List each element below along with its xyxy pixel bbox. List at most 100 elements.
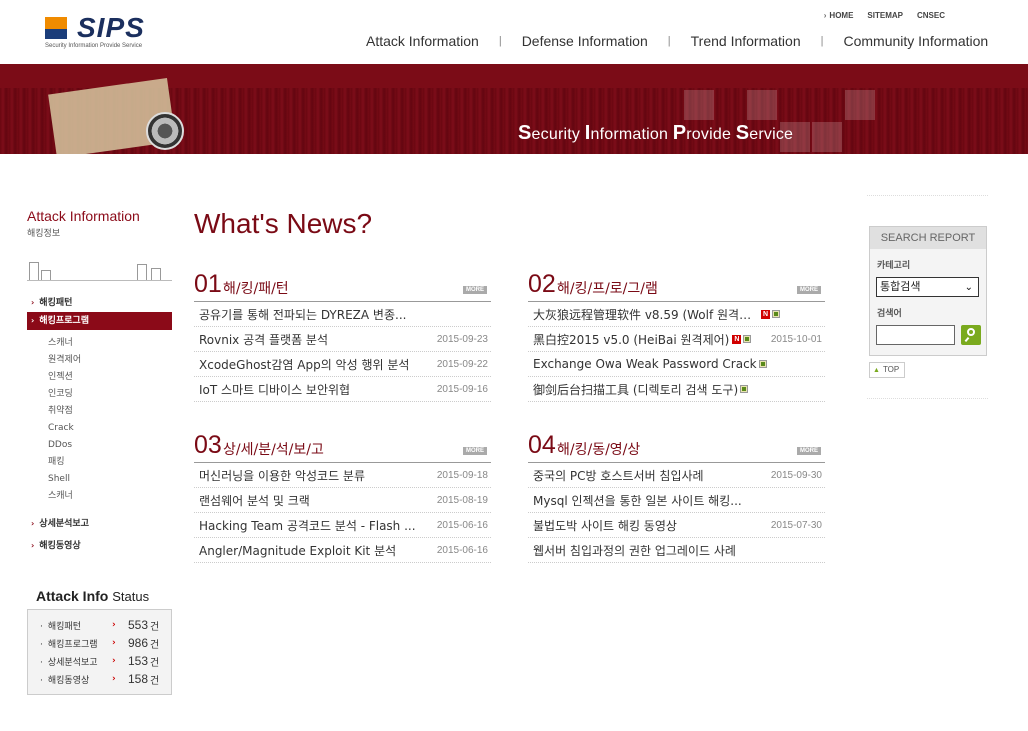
sidebar-item-detail-report[interactable]: › 상세분석보고 <box>27 515 172 533</box>
sidebar-submenu: 스캐너 원격제어 인젝션 인코딩 취약점 Crack DDos 패킹 Shell… <box>27 330 172 511</box>
list-item[interactable]: 黑白控2015 v5.0 (HeiBai 원격제어) N 2015-10-01 <box>528 327 825 352</box>
search-report-box: SEARCH REPORT 카테고리 통합검색 ⌄ 검색어 <box>869 226 987 356</box>
status-row[interactable]: 상세분석보고›153건 <box>40 652 171 670</box>
status-box: 해킹패턴›553건 해킹프로그램›986건 상세분석보고›153건 해킹동영상›… <box>27 609 172 695</box>
chevron-right-icon: › <box>31 541 35 550</box>
logo-mark-icon <box>45 17 67 39</box>
keyword-label: 검색어 <box>877 309 902 319</box>
chevron-right-icon: › <box>112 674 116 684</box>
list-item[interactable]: 불법도박 사이트 해킹 동영상 2015-07-30 <box>528 513 825 538</box>
list-item[interactable]: Mysql 인젝션을 통한 일본 사이트 해킹... <box>528 488 825 513</box>
gnb-defense-information[interactable]: Defense Information <box>522 33 648 49</box>
status-row[interactable]: 해킹동영상›158건 <box>40 670 171 688</box>
file-icon <box>772 310 780 318</box>
list-item[interactable]: 머신러닝을 이용한 악성코드 분류 2015-09-18 <box>194 463 491 488</box>
chevron-right-icon: › <box>112 620 116 630</box>
new-badge-icon: N <box>732 334 742 344</box>
more-button[interactable]: MORE <box>797 286 821 294</box>
submenu-item[interactable]: DDos <box>48 437 172 454</box>
top-button[interactable]: ▲ TOP <box>869 362 905 378</box>
submenu-item[interactable]: 스캐너 <box>48 488 172 505</box>
arrow-up-icon: ▲ <box>873 367 880 374</box>
more-button[interactable]: MORE <box>463 447 487 455</box>
status-row[interactable]: 해킹프로그램›986건 <box>40 634 171 652</box>
submenu-item[interactable]: 인젝션 <box>48 369 172 386</box>
chevron-right-icon: › <box>31 519 35 528</box>
file-icon <box>740 385 749 393</box>
compass-icon <box>146 112 184 150</box>
chevron-right-icon: › <box>31 298 35 307</box>
submenu-item[interactable]: 패킹 <box>48 454 172 471</box>
sidebar-item-hacking-pattern[interactable]: › 해킹패턴 <box>27 294 172 312</box>
board-number: 01 <box>194 270 222 298</box>
submenu-item[interactable]: Crack <box>48 420 172 437</box>
search-button[interactable] <box>961 325 981 345</box>
util-link-cnsec[interactable]: CNSEC <box>917 11 945 20</box>
list-item[interactable]: Angler/Magnitude Exploit Kit 분석 2015-06-1… <box>194 538 491 563</box>
attack-info-status: Attack Info Status 해킹패턴›553건 해킹프로그램›986건… <box>27 588 172 695</box>
list-item[interactable]: 공유기를 통해 전파되는 DYREZA 변종... <box>194 302 491 327</box>
file-icon <box>758 360 767 368</box>
sidebar-menu: › 해킹패턴 › 해킹프로그램 스캐너 원격제어 인젝션 인코딩 취약점 Crack… <box>27 294 172 555</box>
city-illustration <box>27 247 172 281</box>
list-item[interactable]: XcodeGhost감염 App의 악성 행위 분석 2015-09-22 <box>194 352 491 377</box>
util-link-home[interactable]: › HOME <box>824 11 854 20</box>
list-item[interactable]: 大灰狼远程管理软件 v8.59 (Wolf 원격제... N <box>528 302 825 327</box>
submenu-item[interactable]: 원격제어 <box>48 352 172 369</box>
gnb-community-information[interactable]: Community Information <box>843 33 988 49</box>
logo-tagline: Security Information Provide Service <box>45 43 143 49</box>
list-item[interactable]: 중국의 PC방 호스트서버 침입사례 2015-09-30 <box>528 463 825 488</box>
submenu-item[interactable]: Shell <box>48 471 172 488</box>
board-hacking-program: 02 해/킹/프/로/그/램 MORE 大灰狼远程管理软件 v8.59 (Wol… <box>528 270 825 402</box>
list-item[interactable]: 웹서버 침입과정의 권한 업그레이드 사례 <box>528 538 825 563</box>
category-label: 카테고리 <box>877 261 911 271</box>
submenu-item[interactable]: 취약점 <box>48 403 172 420</box>
sidebar-subtitle: 해킹정보 <box>27 229 61 239</box>
gnb-separator: | <box>498 35 502 47</box>
search-title: SEARCH REPORT <box>870 227 986 249</box>
list-item[interactable]: IoT 스마트 디바이스 보안위협 2015-09-16 <box>194 377 491 402</box>
list-item[interactable]: Exchange Owa Weak Password Crack <box>528 352 825 377</box>
logo-text: SIPS <box>77 12 145 43</box>
gnb-trend-information[interactable]: Trend Information <box>691 33 801 49</box>
chevron-right-icon: › <box>112 638 116 648</box>
sidebar-item-hacking-program[interactable]: › 해킹프로그램 <box>27 312 172 330</box>
main-banner: Security Information Provide Service <box>0 64 1028 154</box>
board-title: 해/킹/패/턴 <box>223 281 289 297</box>
board-detail-report: 03 상/세/분/석/보/고 MORE 머신러닝을 이용한 악성코드 분류 201… <box>194 431 491 563</box>
list-item[interactable]: Hacking Team 공격코드 분석 - Flash ... 2015-06-… <box>194 513 491 538</box>
list-item[interactable]: 御剑后台扫描工具 (디렉토리 검색 도구) <box>528 377 825 402</box>
status-title: Attack Info Status <box>36 588 150 604</box>
board-hacking-video: 04 해/킹/동/영/상 MORE 중국의 PC방 호스트서버 침입사례 2015… <box>528 431 825 563</box>
sidebar-title: Attack Information <box>27 208 140 224</box>
right-panel: SEARCH REPORT 카테고리 통합검색 ⌄ 검색어 ▲ TOP <box>867 195 988 399</box>
chevron-down-icon: ⌄ <box>964 282 973 293</box>
list-item[interactable]: Rovnix 공격 플랫폼 분석 2015-09-23 <box>194 327 491 352</box>
gnb-separator: | <box>820 35 824 47</box>
arrow-icon: › <box>823 11 827 20</box>
banner-slogan: Security Information Provide Service <box>518 122 794 144</box>
board-number: 04 <box>528 431 556 459</box>
gnb-attack-information[interactable]: Attack Information <box>366 33 479 49</box>
sidebar: Attack Information 해킹정보 › 해킹패턴 › 해킹프로그램 스캐… <box>27 208 172 555</box>
more-button[interactable]: MORE <box>797 447 821 455</box>
board-hacking-pattern: 01 해/킹/패/턴 MORE 공유기를 통해 전파되는 DYREZA 변종..… <box>194 270 491 402</box>
status-row[interactable]: 해킹패턴›553건 <box>40 616 171 634</box>
file-icon <box>743 335 752 343</box>
board-title: 해/킹/프/로/그/램 <box>557 281 658 297</box>
sidebar-item-hacking-video[interactable]: › 해킹동영상 <box>27 537 172 555</box>
util-link-sitemap[interactable]: SITEMAP <box>867 11 903 20</box>
site-header: SIPS Security Information Provide Servic… <box>0 0 1028 64</box>
category-select[interactable]: 통합검색 ⌄ <box>876 277 979 297</box>
global-nav: Attack Information | Defense Information… <box>366 33 988 49</box>
board-number: 02 <box>528 270 556 298</box>
board-title: 해/킹/동/영/상 <box>557 442 641 458</box>
chevron-right-icon: › <box>112 656 116 666</box>
page-title: What's News? <box>194 208 373 239</box>
new-badge-icon: N <box>761 309 770 319</box>
more-button[interactable]: MORE <box>463 286 487 294</box>
keyword-input[interactable] <box>876 325 955 345</box>
submenu-item[interactable]: 인코딩 <box>48 386 172 403</box>
list-item[interactable]: 랜섬웨어 분석 및 크랙 2015-08-19 <box>194 488 491 513</box>
submenu-item[interactable]: 스캐너 <box>48 335 172 352</box>
